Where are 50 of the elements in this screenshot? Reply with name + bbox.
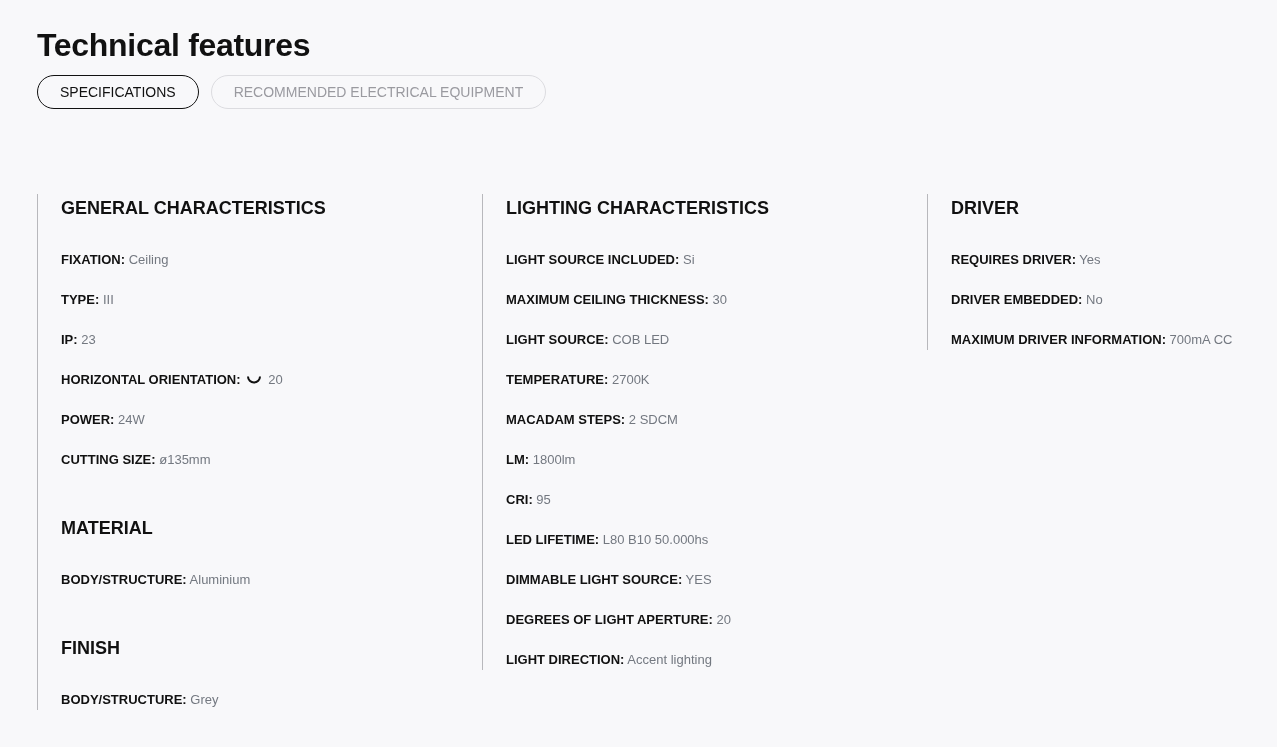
- page-title: Technical features: [37, 26, 312, 64]
- spec-label: FIXATION:: [61, 252, 126, 267]
- spec-value: 1800lm: [532, 452, 576, 467]
- spec-label: LIGHT SOURCE INCLUDED:: [506, 252, 680, 267]
- spec-value: 30: [712, 292, 728, 307]
- spec-value: 2 SDCM: [628, 412, 678, 427]
- spec-label: MACADAM STEPS:: [506, 412, 626, 427]
- spec-value: 23: [81, 332, 96, 347]
- spec-value: 2700K: [611, 372, 650, 387]
- spec-value: 700mA CC: [1169, 332, 1233, 347]
- spec-value: No: [1086, 292, 1103, 307]
- spec-label: LIGHT DIRECTION:: [506, 652, 625, 667]
- spec-value: 20: [268, 372, 283, 387]
- spec-value: Accent lighting: [627, 652, 712, 667]
- section-heading: MATERIAL: [61, 517, 154, 540]
- spec-value: III: [102, 292, 114, 307]
- spec-label: DIMMABLE LIGHT SOURCE:: [506, 572, 683, 587]
- spec-label: LED LIFETIME:: [506, 532, 600, 547]
- spec-label: DRIVER EMBEDDED:: [951, 292, 1083, 307]
- spec-label: LM:: [506, 452, 530, 467]
- spec-value: 24W: [118, 412, 145, 427]
- section-heading: DRIVER: [951, 197, 1020, 220]
- spec-label: HORIZONTAL ORIENTATION:: [61, 372, 241, 387]
- spec-value: 95: [536, 492, 551, 507]
- spec-value: ø135mm: [159, 452, 211, 467]
- section-heading: FINISH: [61, 637, 121, 660]
- spec-value: Aluminium: [189, 572, 251, 587]
- spec-label: POWER:: [61, 412, 115, 427]
- spec-value: Si: [682, 252, 695, 267]
- spec-label: TYPE:: [61, 292, 100, 307]
- spec-label: CRI:: [506, 492, 533, 507]
- spec-value: Ceiling: [128, 252, 169, 267]
- spec-label: BODY/STRUCTURE:: [61, 692, 187, 707]
- spec-value: L80 B10 50.000hs: [602, 532, 709, 547]
- spec-value: 20: [716, 612, 731, 627]
- spec-label: CUTTING SIZE:: [61, 452, 156, 467]
- spec-value: Yes: [1079, 252, 1101, 267]
- spec-value: Grey: [190, 692, 219, 707]
- section-heading: LIGHTING CHARACTERISTICS: [506, 197, 770, 220]
- spec-label: REQUIRES DRIVER:: [951, 252, 1076, 267]
- spec-value: COB LED: [612, 332, 670, 347]
- spec-label: DEGREES OF LIGHT APERTURE:: [506, 612, 713, 627]
- spec-label: MAXIMUM DRIVER INFORMATION:: [951, 332, 1166, 347]
- spec-label: IP:: [61, 332, 78, 347]
- spec-label: MAXIMUM CEILING THICKNESS:: [506, 292, 709, 307]
- spec-value: YES: [685, 572, 712, 587]
- spec-label: LIGHT SOURCE:: [506, 332, 609, 347]
- spec-label: TEMPERATURE:: [506, 372, 609, 387]
- spec-label: BODY/STRUCTURE:: [61, 572, 187, 587]
- section-heading: GENERAL CHARACTERISTICS: [61, 197, 327, 220]
